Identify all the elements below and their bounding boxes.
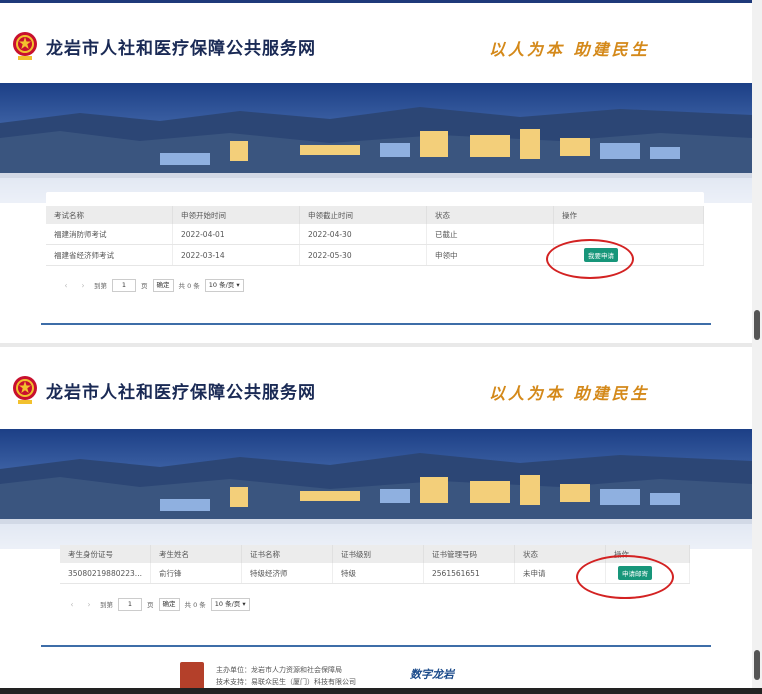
column-header: 申领截止时间	[299, 206, 427, 224]
certificate-number-cell: 2561561651	[423, 563, 515, 584]
status-cell: 已截止	[426, 224, 554, 245]
page-size-value: 10 条/页	[208, 280, 235, 289]
highlight-circle	[576, 555, 674, 599]
divider-line	[41, 645, 711, 647]
table-header-row: 考试名称 申领开始时间 申领截止时间 状态 操作	[46, 206, 704, 224]
end-date-cell: 2022-05-30	[299, 244, 427, 266]
total-count: 共 0 条	[178, 282, 200, 290]
digital-longyan-logo: 数字龙岩	[410, 668, 454, 681]
highlight-circle	[546, 239, 634, 279]
pagination: ‹ › 到第 1 页 确定 共 0 条 10 条/页 ▾	[60, 276, 244, 294]
site-slogan: 以人为本 助建民生	[489, 40, 650, 59]
site-title: 龙岩市人社和医疗保障公共服务网	[46, 39, 316, 59]
prev-page-icon[interactable]: ‹	[66, 600, 78, 609]
confirm-page-button[interactable]: 确定	[152, 278, 174, 292]
page-size-select[interactable]: 10 条/页 ▾	[204, 278, 244, 292]
column-header: 证书级别	[332, 545, 424, 563]
column-header: 申领开始时间	[172, 206, 300, 224]
footer-support: 技术支持：易联众民生（厦门）科技有限公司	[216, 678, 356, 686]
scrollbar-thumb[interactable]	[754, 310, 760, 340]
footer-sponsor: 主办单位：龙岩市人力资源和社会保障局	[216, 666, 342, 674]
chevron-down-icon: ▾	[236, 280, 240, 289]
page-unit-label: 页	[147, 601, 154, 609]
chevron-down-icon: ▾	[242, 599, 246, 608]
id-number-cell: 35080219880223...	[60, 563, 151, 584]
page-number-input[interactable]: 1	[112, 278, 136, 292]
screenshot-panel-2: 龙岩市人社和医疗保障公共服务网 以人为本 助建民生 考生身份证号 考生姓名 证书…	[0, 347, 752, 694]
scrollbar-thumb[interactable]	[754, 650, 760, 680]
total-count: 共 0 条	[184, 601, 206, 609]
certificate-level-cell: 特级	[332, 563, 424, 584]
city-night-banner	[0, 429, 752, 549]
taskbar-strip	[0, 688, 762, 694]
site-slogan: 以人为本 助建民生	[489, 384, 650, 403]
column-header: 考生姓名	[150, 545, 242, 563]
candidate-name-cell: 俞行锋	[150, 563, 242, 584]
goto-label: 到第	[94, 282, 107, 290]
exam-name-cell: 福建消防师考试	[46, 224, 173, 245]
start-date-cell: 2022-04-01	[172, 224, 300, 245]
column-header: 操作	[553, 206, 704, 224]
page-unit-label: 页	[141, 282, 148, 290]
page-size-select[interactable]: 10 条/页 ▾	[210, 597, 250, 611]
page-size-value: 10 条/页	[214, 599, 241, 608]
column-header: 考试名称	[46, 206, 173, 224]
divider-line	[41, 323, 711, 325]
confirm-page-button[interactable]: 确定	[158, 597, 180, 611]
national-emblem-icon	[13, 376, 37, 404]
status-cell: 申领中	[426, 244, 554, 266]
column-header: 证书管理号码	[423, 545, 515, 563]
page-number-input[interactable]: 1	[118, 597, 142, 611]
column-header: 考生身份证号	[60, 545, 151, 563]
end-date-cell: 2022-04-30	[299, 224, 427, 245]
scrollbar[interactable]	[752, 0, 762, 694]
column-header: 证书名称	[241, 545, 333, 563]
site-header: 龙岩市人社和医疗保障公共服务网 以人为本 助建民生	[0, 3, 752, 83]
next-page-icon[interactable]: ›	[83, 600, 95, 609]
start-date-cell: 2022-03-14	[172, 244, 300, 266]
prev-page-icon[interactable]: ‹	[60, 281, 72, 290]
certificate-name-cell: 特级经济师	[241, 563, 333, 584]
column-header: 状态	[426, 206, 554, 224]
hr-bureau-logo-icon	[180, 662, 204, 690]
site-title: 龙岩市人社和医疗保障公共服务网	[46, 383, 316, 403]
screenshot-panel-1: 龙岩市人社和医疗保障公共服务网 以人为本 助建民生 考试名称 申领开始时间 申领…	[0, 0, 752, 343]
pagination: ‹ › 到第 1 页 确定 共 0 条 10 条/页 ▾	[66, 595, 250, 613]
next-page-icon[interactable]: ›	[77, 281, 89, 290]
national-emblem-icon	[13, 32, 37, 60]
city-night-banner	[0, 83, 752, 203]
goto-label: 到第	[100, 601, 113, 609]
site-header: 龙岩市人社和医疗保障公共服务网 以人为本 助建民生	[0, 347, 752, 427]
exam-name-cell: 福建省经济师考试	[46, 244, 173, 266]
